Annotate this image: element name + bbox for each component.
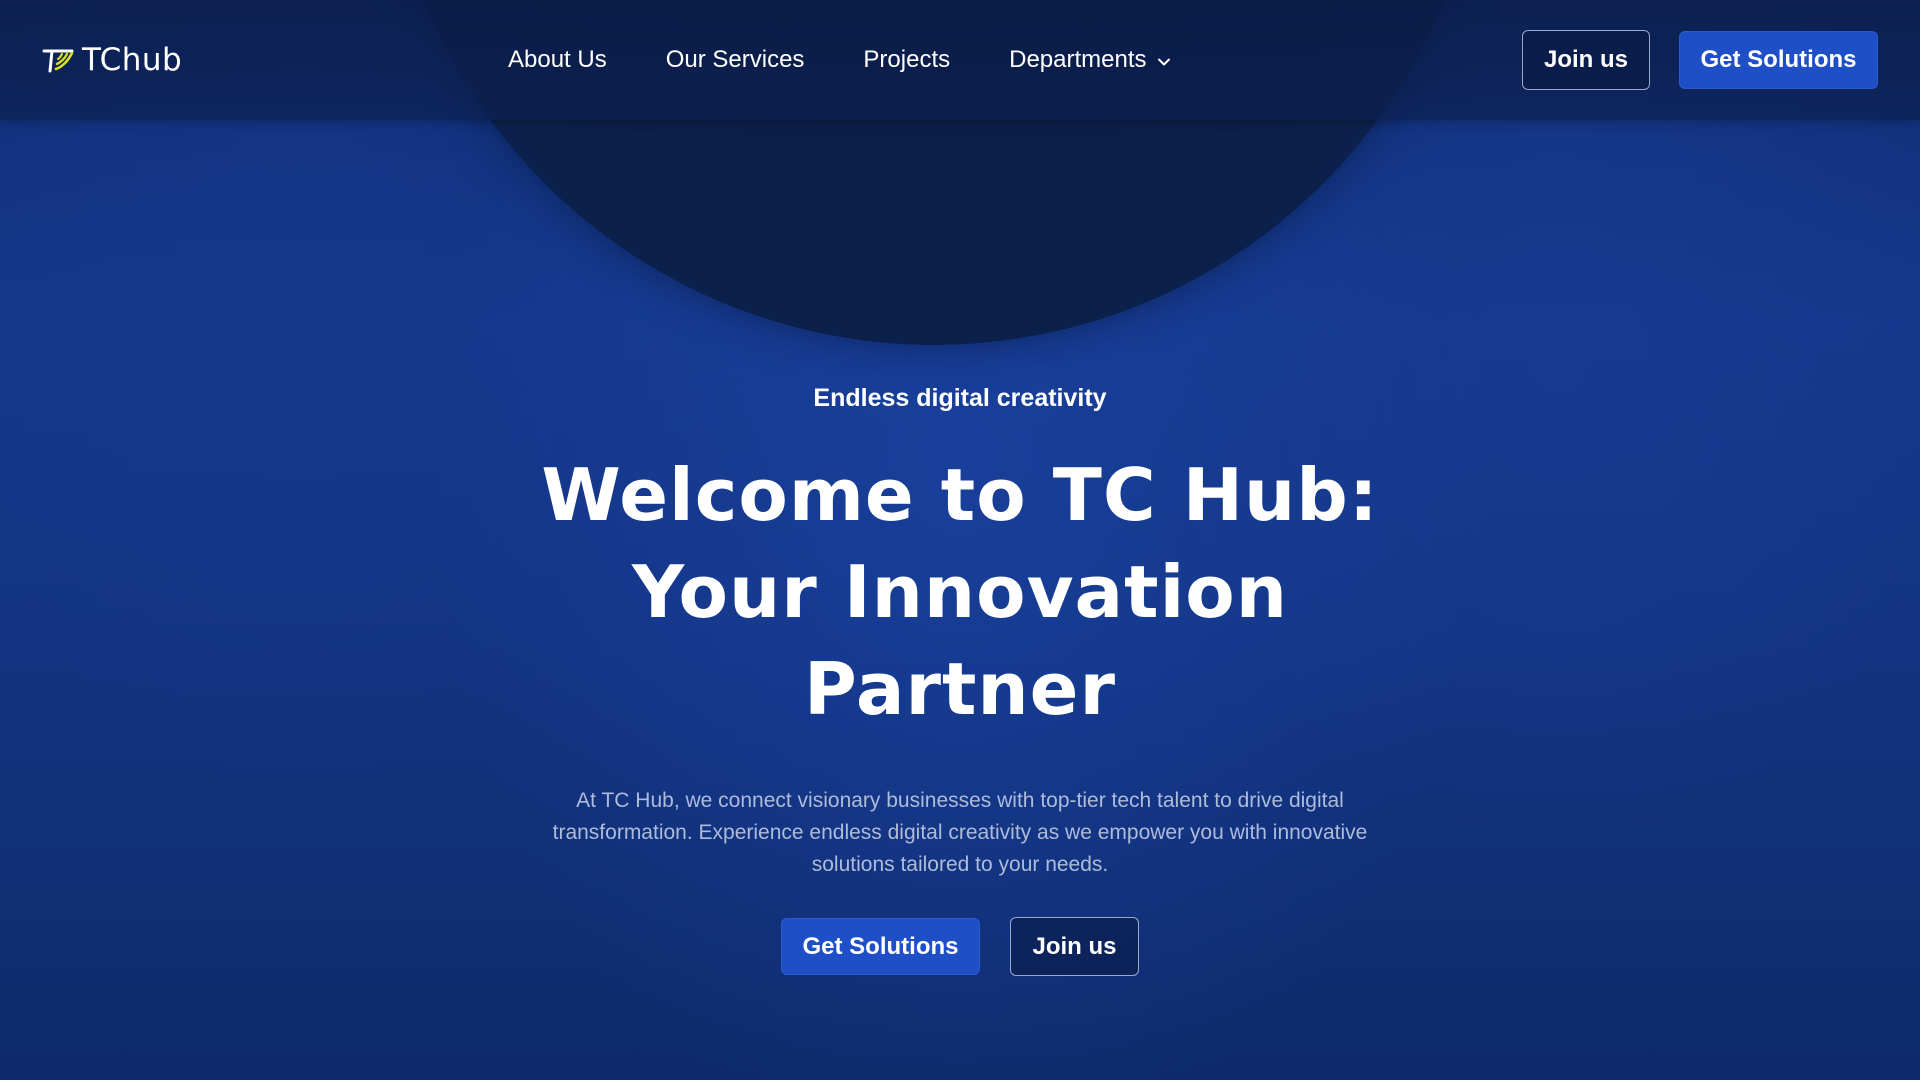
nav-item-about-us[interactable]: About Us bbox=[508, 46, 607, 74]
nav-item-label: Our Services bbox=[665, 46, 805, 73]
hero-headline-line: Partner bbox=[804, 647, 1116, 731]
join-us-button[interactable]: Join us bbox=[1522, 30, 1650, 90]
hero-tagline: Endless digital creativity bbox=[813, 384, 1107, 412]
nav-item-label: Projects bbox=[863, 46, 951, 73]
page: TChub About Us Our Services Projects Dep… bbox=[0, 0, 1920, 1080]
tchub-logo-icon bbox=[42, 49, 74, 73]
get-solutions-button[interactable]: Get Solutions bbox=[1679, 31, 1878, 89]
chevron-down-icon bbox=[1157, 58, 1170, 65]
hero-headline-line: Your Innovation bbox=[632, 550, 1288, 634]
nav-item-our-services[interactable]: Our Services bbox=[666, 46, 805, 74]
hero-join-us-button[interactable]: Join us bbox=[1010, 917, 1139, 976]
hero-get-solutions-button[interactable]: Get Solutions bbox=[781, 918, 980, 975]
nav-item-departments[interactable]: Departments bbox=[1009, 46, 1171, 74]
nav-item-label: About Us bbox=[508, 46, 607, 73]
hero-headline-line: Welcome to TC Hub: bbox=[541, 453, 1379, 537]
hero-description: At TC Hub, we connect visionary business… bbox=[552, 789, 1368, 876]
hero-headline: Welcome to TC Hub: Your Innovation Partn… bbox=[460, 447, 1460, 738]
nav-item-projects[interactable]: Projects bbox=[863, 46, 950, 74]
navbar: TChub About Us Our Services Projects Dep… bbox=[0, 0, 1920, 120]
logo[interactable]: TChub bbox=[42, 42, 182, 78]
main-nav: About Us Our Services Projects Departmen… bbox=[508, 40, 1172, 80]
nav-item-label: Departments bbox=[1009, 46, 1147, 73]
logo-text: TChub bbox=[82, 42, 183, 78]
